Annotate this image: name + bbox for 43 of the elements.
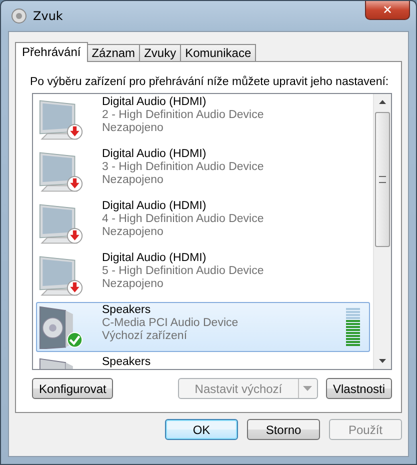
device-status: Nezapojeno xyxy=(102,278,164,291)
monitor-unplugged-icon xyxy=(38,201,84,245)
device-row[interactable]: Digital Audio (HDMI) 2 - High Definition Audio Device Nezapojeno xyxy=(36,94,370,144)
device-description: 5 - High Definition Audio Device xyxy=(102,265,265,278)
speaker-icon xyxy=(11,8,27,24)
device-status: Nezapojeno xyxy=(102,226,164,239)
monitor-unplugged-icon xyxy=(38,253,84,297)
device-name: Speakers xyxy=(102,356,152,369)
device-name: Digital Audio (HDMI) xyxy=(102,148,208,161)
monitor-unplugged-icon xyxy=(38,97,84,141)
device-description: 2 - High Definition Audio Device xyxy=(102,109,265,122)
window-title: Zvuk xyxy=(33,9,64,23)
device-name: Digital Audio (HDMI) xyxy=(102,252,208,265)
button[interactable]: Vlastnosti xyxy=(326,378,392,399)
device-name: Digital Audio (HDMI) xyxy=(102,96,208,109)
device-name: Speakers xyxy=(102,304,152,317)
monitor-unplugged-icon xyxy=(38,149,84,193)
scroll-up-icon[interactable] xyxy=(379,100,386,104)
scroll-down-icon[interactable] xyxy=(379,359,386,363)
device-status: Výchozí zařízení xyxy=(102,330,188,343)
device-name: Digital Audio (HDMI) xyxy=(102,200,208,213)
tab[interactable]: Zvuky xyxy=(139,44,182,61)
tab[interactable]: Komunikace xyxy=(180,44,256,61)
device-row[interactable]: Digital Audio (HDMI) 4 - High Definition Audio Device Nezapojeno xyxy=(36,198,370,248)
caret-icon xyxy=(303,386,312,391)
device-description: 3 - High Definition Audio Device xyxy=(102,161,265,174)
device-status: Nezapojeno xyxy=(102,174,164,187)
scrollbar[interactable] xyxy=(373,94,391,369)
instruction-text: Po výběru zařízení pro přehrávání níže můžete upravit jeho nastavení: xyxy=(30,75,389,89)
tab[interactable]: Přehrávání xyxy=(15,42,88,62)
device-row[interactable]: Digital Audio (HDMI) 5 - High Definition Audio Device Nezapojeno xyxy=(36,250,370,300)
button[interactable]: OK xyxy=(165,419,238,440)
speaker-check-icon xyxy=(38,305,84,349)
tab[interactable]: Záznam xyxy=(86,44,140,61)
device-description: C-Media PCI Audio Device xyxy=(102,317,240,330)
scroll-thumb[interactable] xyxy=(375,112,390,247)
button[interactable]: Storno xyxy=(247,419,320,440)
button[interactable]: Konfigurovat xyxy=(32,378,114,399)
device-status: Nezapojeno xyxy=(102,122,164,135)
close-button[interactable]: ✕ xyxy=(365,1,410,20)
selected-row[interactable]: Speakers C-Media PCI Audio Device Výchozí zařízení xyxy=(36,302,370,352)
device-row[interactable]: Digital Audio (HDMI) 3 - High Definition Audio Device Nezapojeno xyxy=(36,146,370,196)
device-description: 4 - High Definition Audio Device xyxy=(102,213,265,226)
